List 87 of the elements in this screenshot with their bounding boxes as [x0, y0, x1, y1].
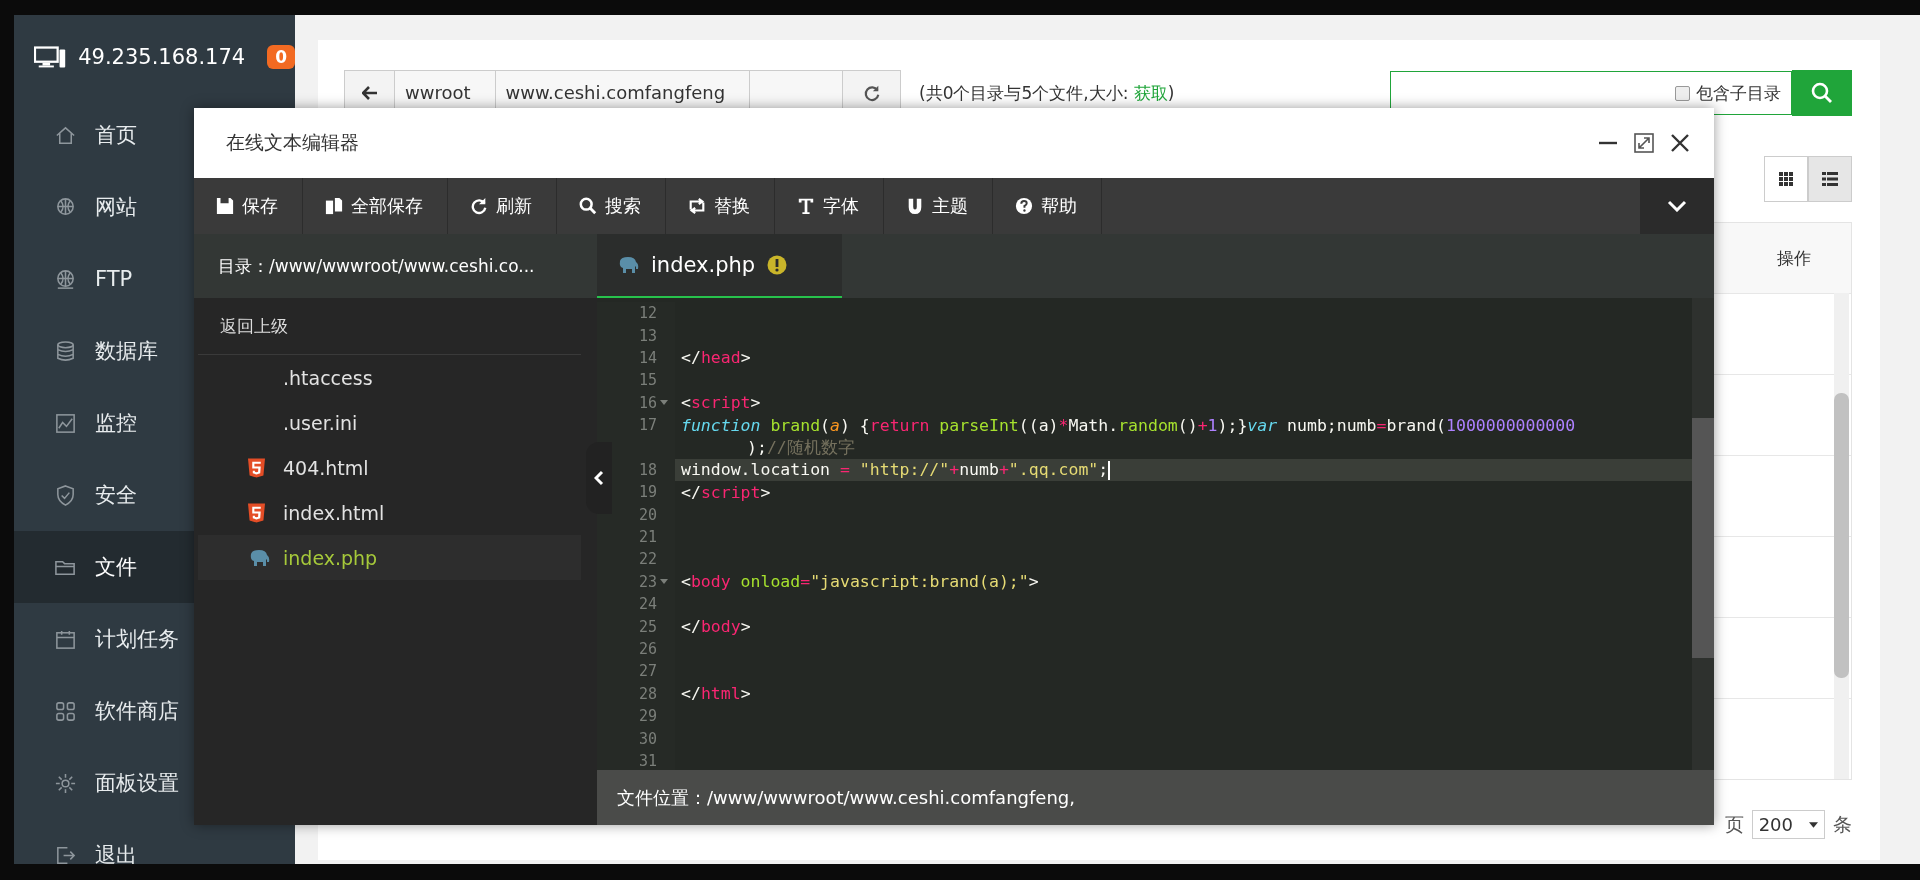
magnet-icon	[906, 197, 924, 215]
swap-icon	[688, 197, 706, 215]
file-item[interactable]: index.php	[198, 535, 581, 580]
column-header: 操作	[1777, 246, 1811, 270]
help-icon	[1015, 197, 1033, 215]
file-tab[interactable]: index.php	[597, 234, 842, 298]
chevron-left-icon	[594, 470, 604, 486]
html5-icon	[248, 457, 265, 478]
code-line: </html>	[681, 684, 751, 704]
line-number: 19	[638, 483, 657, 502]
sidebar-item[interactable]: 计划任务	[14, 603, 295, 675]
pagination-label: 页	[1724, 811, 1744, 837]
sidebar-item[interactable]: 软件商店	[14, 675, 295, 747]
collapse-handle[interactable]	[586, 442, 612, 514]
search-button[interactable]	[1792, 70, 1852, 116]
code-line: function brand(a) {return parseInt((a)*Math.random()+1);}var numb;numb=brand(1000000000000	[681, 415, 1576, 435]
file-item[interactable]: .htaccess	[198, 355, 581, 400]
line-number: 31	[638, 752, 657, 770]
line-number: 28	[638, 684, 657, 703]
code-line: </head>	[681, 348, 751, 368]
fold-icon[interactable]	[660, 400, 668, 406]
gear-icon	[54, 771, 77, 795]
close-icon[interactable]	[1670, 133, 1690, 153]
search-icon	[1810, 81, 1834, 105]
line-number: 25	[638, 617, 657, 636]
code-line: <body onload="javascript:brand(a);">	[681, 572, 1039, 592]
refresh-icon	[470, 197, 488, 215]
line-number: 29	[638, 707, 657, 726]
caret-icon	[1809, 821, 1818, 828]
maximize-icon[interactable]	[1634, 133, 1654, 153]
refresh-icon	[862, 84, 881, 102]
file-summary: (共0个目录与5个文件,大小: 获取)	[919, 81, 1176, 105]
view-toggle-button[interactable]	[1764, 156, 1808, 202]
file-location: 文件位置：/www/wwwroot/www.ceshi.comfangfeng,	[597, 770, 1714, 825]
file-item[interactable]: .user.ini	[198, 400, 581, 445]
line-number: 27	[638, 662, 657, 681]
scrollbar[interactable]	[1692, 298, 1714, 770]
dialog-title: 在线文本编辑器	[226, 130, 359, 155]
directory-path: 目录：/www/wwwroot/www.ceshi.co...	[194, 234, 597, 298]
sidebar-item[interactable]: 退出	[14, 819, 295, 864]
back-arrow-icon	[361, 86, 378, 100]
code-line: <script>	[681, 393, 761, 413]
line-number: 18	[638, 460, 657, 479]
code-line: window.location = "http://"+numb+".qq.com";	[681, 459, 1111, 480]
code-line: </body>	[681, 617, 751, 637]
checkbox-label: 包含子目录	[1696, 81, 1781, 105]
chevron-down-icon	[1667, 200, 1687, 212]
monitor-icon	[34, 45, 67, 69]
grid-icon	[54, 699, 77, 723]
line-number: 20	[638, 505, 657, 524]
line-number: 17	[638, 416, 657, 435]
checkbox[interactable]	[1675, 85, 1690, 101]
line-number: 30	[638, 729, 657, 748]
list-icon	[1822, 172, 1838, 186]
line-number: 13	[638, 326, 657, 345]
shield-icon	[54, 483, 77, 507]
search-icon	[579, 197, 597, 215]
line-number: 15	[638, 371, 657, 390]
line-number: 21	[638, 528, 657, 547]
page-size-select[interactable]: 200	[1751, 810, 1825, 839]
line-number: 14	[638, 348, 657, 367]
line-number: 26	[638, 640, 657, 659]
line-number: 12	[638, 304, 657, 323]
view-toggle-button[interactable]	[1808, 156, 1852, 202]
scrollbar[interactable]	[1834, 293, 1849, 779]
file-item[interactable]: 404.html	[198, 445, 581, 490]
code-line: );//随机数字	[747, 436, 855, 459]
globe-icon	[54, 267, 77, 291]
pagination-label: 条	[1833, 811, 1852, 837]
server-address: 49.235.168.174	[78, 45, 246, 69]
line-number: 23	[638, 572, 657, 591]
html5-icon	[248, 502, 265, 523]
parent-directory-link[interactable]: 返回上级	[220, 314, 288, 338]
elephant-icon	[248, 549, 270, 566]
line-number: 24	[638, 595, 657, 614]
elephant-icon	[617, 257, 639, 273]
code-line: </script>	[681, 482, 771, 502]
text-icon	[797, 197, 815, 215]
line-number: 22	[638, 550, 657, 569]
sidebar-item[interactable]: 面板设置	[14, 747, 295, 819]
database-icon	[54, 339, 77, 363]
copy-icon	[325, 197, 343, 215]
save-icon	[216, 197, 234, 215]
fold-icon[interactable]	[660, 579, 668, 585]
grid-icon	[1779, 172, 1793, 186]
line-number: 16	[638, 393, 657, 412]
chart-icon	[54, 411, 77, 435]
